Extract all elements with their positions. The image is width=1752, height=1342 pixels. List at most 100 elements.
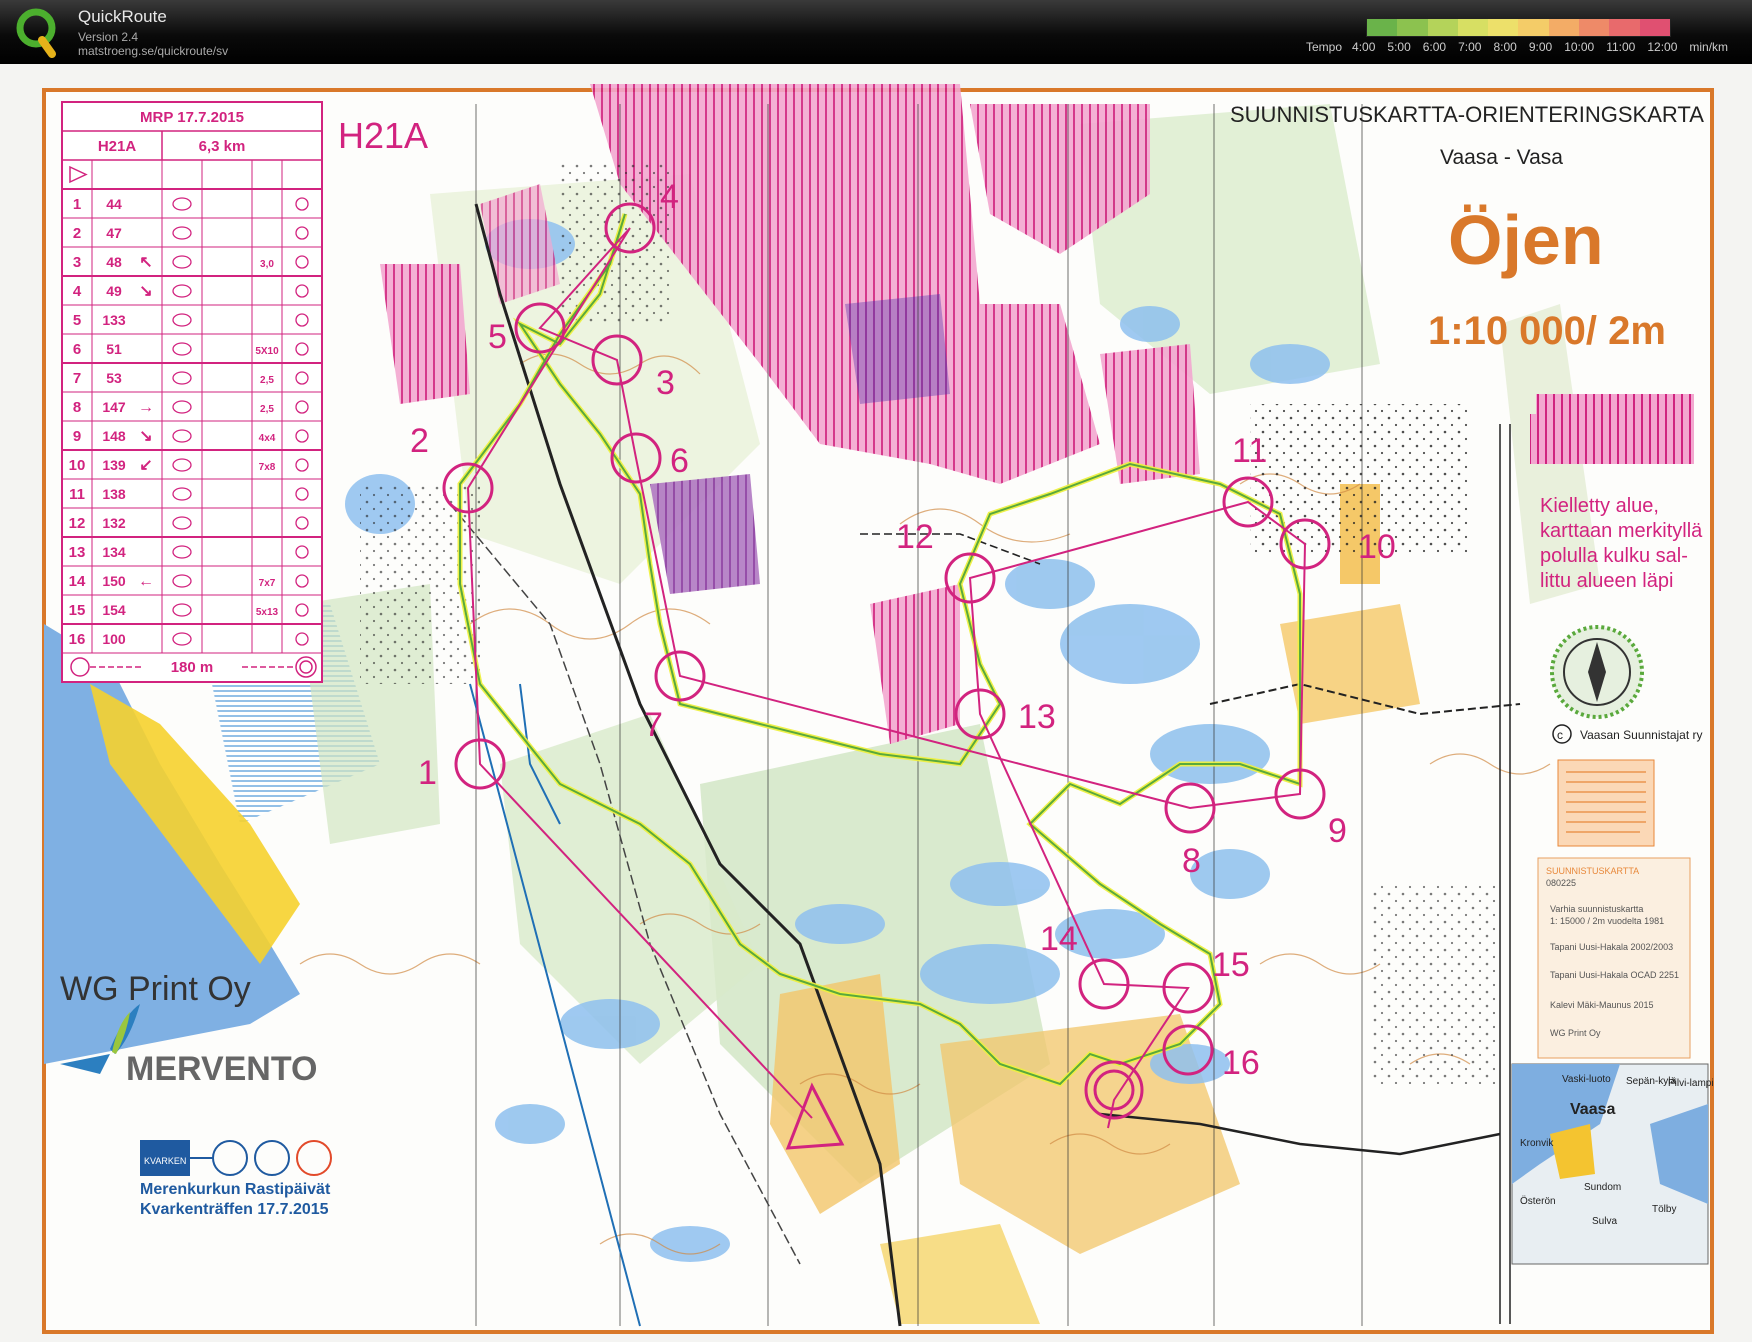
svg-text:080225: 080225 <box>1546 878 1576 888</box>
svg-text:Tapani Uusi-Hakala 2002/2003: Tapani Uusi-Hakala 2002/2003 <box>1550 942 1673 952</box>
control-number-4: 4 <box>660 178 679 216</box>
description-class: H21A <box>98 138 137 155</box>
tempo-label: Tempo <box>1306 40 1343 54</box>
description-control-code: 138 <box>102 486 126 502</box>
description-control-number: 4 <box>73 283 82 300</box>
stony-ground-area <box>1370 884 1500 1084</box>
tempo-scale-segment <box>1518 19 1549 36</box>
svg-text:Kronvik: Kronvik <box>1520 1138 1554 1149</box>
tempo-tick-label: 6:00 <box>1422 40 1447 54</box>
description-control-number: 10 <box>69 457 86 474</box>
control-number-5: 5 <box>488 318 507 356</box>
class-label: H21A <box>338 115 428 156</box>
tempo-tick-label: 5:00 <box>1387 40 1411 54</box>
svg-text:Österön: Österön <box>1520 1195 1556 1207</box>
control-number-13: 13 <box>1018 698 1056 736</box>
description-control-number: 16 <box>69 631 86 648</box>
control-number-15: 15 <box>1212 946 1250 984</box>
description-event: MRP 17.7.2015 <box>140 109 244 126</box>
svg-text:Sundom: Sundom <box>1584 1182 1621 1193</box>
svg-text:polulla kulku sal-: polulla kulku sal- <box>1540 545 1688 567</box>
svg-text:Pilvi-lampi: Pilvi-lampi <box>1668 1078 1714 1089</box>
control-number-14: 14 <box>1040 920 1078 958</box>
description-control-code: 48 <box>106 254 122 270</box>
description-direction: ← <box>138 573 154 590</box>
description-control-code: 47 <box>106 225 122 241</box>
forbidden-legend-swatch <box>1536 394 1694 464</box>
control-number-11: 11 <box>1232 432 1267 470</box>
description-control-number: 1 <box>73 196 81 213</box>
tempo-scale-segment <box>1579 19 1610 36</box>
notice-box <box>1557 759 1655 847</box>
svg-text:Varhia suunnistuskartta: Varhia suunnistuskartta <box>1550 904 1643 914</box>
event-title-fi: Merenkurkun Rastipäivät <box>140 1181 331 1198</box>
control-number-9: 9 <box>1328 812 1347 850</box>
tempo-tick-label: 8:00 <box>1493 40 1517 54</box>
svg-text:Vaasa: Vaasa <box>1570 1101 1615 1118</box>
tempo-tick-label: 4:00 <box>1352 40 1376 54</box>
sponsor-mervento: MERVENTO <box>126 1050 317 1088</box>
tempo-scale-segment <box>1548 19 1580 36</box>
app-title: QuickRoute <box>78 7 167 26</box>
map-location: Vaasa - Vasa <box>1440 146 1563 169</box>
description-length: 6,3 km <box>199 138 246 155</box>
description-control-number: 2 <box>73 225 81 242</box>
description-control-number: 13 <box>69 544 86 561</box>
description-control-number: 7 <box>73 370 81 387</box>
map-header: SUUNNISTUSKARTTA-ORIENTERINGSKARTA <box>1230 102 1704 127</box>
tempo-unit: min/km <box>1689 40 1729 54</box>
copyright-text: Vaasan Suunnistajat ry <box>1580 728 1703 742</box>
description-control-code: 148 <box>102 428 126 444</box>
tempo-tick-label: 7:00 <box>1458 40 1482 54</box>
description-control-code: 132 <box>102 515 126 531</box>
tempo-scale-segment <box>1609 19 1640 36</box>
description-control-number: 3 <box>73 254 81 271</box>
description-dimension: 7x7 <box>259 578 276 589</box>
description-dimension: 7x8 <box>259 462 276 473</box>
description-control-number: 5 <box>73 312 81 329</box>
orienteering-map[interactable]: 12345678910111213141516 SUUNNISTUSKARTTA… <box>0 64 1752 1342</box>
control-number-1: 1 <box>418 754 437 792</box>
quickroute-logo-icon <box>16 8 56 58</box>
description-control-number: 6 <box>73 341 81 358</box>
description-dimension: 3,0 <box>260 259 274 270</box>
tempo-color-scale <box>1366 18 1671 37</box>
description-control-code: 134 <box>102 544 126 560</box>
description-control-number: 14 <box>69 573 86 590</box>
app-header: QuickRoute Version 2.4 matstroeng.se/qui… <box>0 0 1752 64</box>
sponsor-wgprint: WG Print Oy <box>60 970 251 1008</box>
description-control-code: 53 <box>106 370 122 386</box>
control-number-3: 3 <box>656 364 675 402</box>
description-direction: ↖ <box>139 254 152 271</box>
svg-text:karttaan merkityllä: karttaan merkityllä <box>1540 520 1703 542</box>
svg-text:Vaski-luoto: Vaski-luoto <box>1562 1074 1611 1085</box>
control-number-10: 10 <box>1358 528 1396 566</box>
tempo-tick-label: 11:00 <box>1606 40 1636 54</box>
description-control-code: 100 <box>102 631 126 647</box>
copyright-c: c <box>1557 728 1563 742</box>
map-scale: 1:10 000/ 2m <box>1428 309 1666 353</box>
description-control-number: 11 <box>69 486 85 503</box>
description-direction: ↘ <box>139 428 152 445</box>
svg-text:Kielletty alue,: Kielletty alue, <box>1540 495 1659 517</box>
control-description-sheet: MRP 17.7.2015H21A 6,3 km1 442 473 48 ↖ 3,04 49 ↘… <box>61 101 323 683</box>
kvarken-logo-text: KVARKEN <box>144 1156 186 1166</box>
description-control-number: 12 <box>69 515 86 532</box>
map-name: Öjen <box>1448 201 1604 279</box>
tempo-scale-segment <box>1367 19 1398 36</box>
description-control-code: 150 <box>102 573 126 589</box>
tempo-scale-segment <box>1639 19 1670 36</box>
app-url: matstroeng.se/quickroute/sv <box>78 44 229 58</box>
description-control-number: 8 <box>73 399 81 416</box>
tempo-scale-segment <box>1488 19 1519 36</box>
description-control-code: 147 <box>102 399 126 415</box>
control-number-6: 6 <box>670 442 689 480</box>
description-control-code: 44 <box>106 196 122 212</box>
description-dimension: 4x4 <box>259 433 276 444</box>
description-direction: ↘ <box>139 283 152 300</box>
tempo-tick-label: 12:00 <box>1647 40 1678 54</box>
tempo-tick-label: 9:00 <box>1528 40 1553 54</box>
control-number-7: 7 <box>644 706 663 744</box>
tempo-scale-segment <box>1427 19 1458 36</box>
svg-text:littu alueen läpi: littu alueen läpi <box>1540 570 1673 592</box>
